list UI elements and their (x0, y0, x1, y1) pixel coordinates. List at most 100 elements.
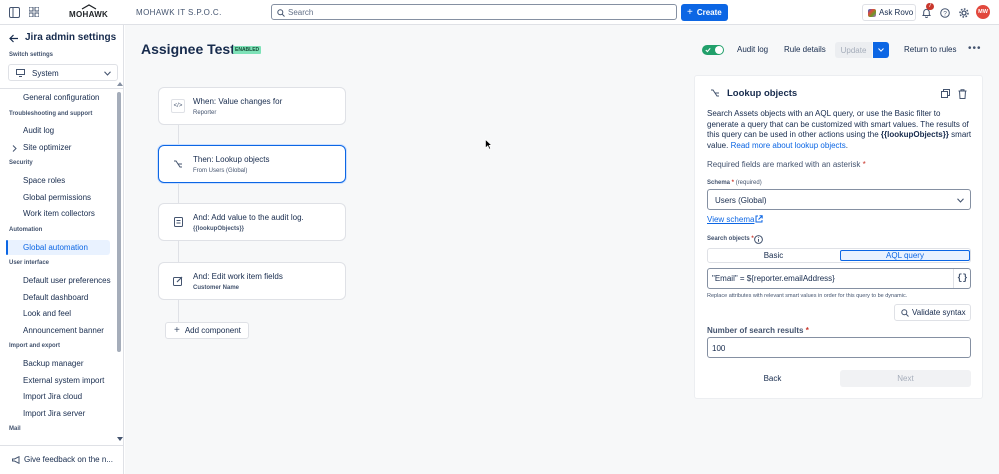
aql-help-text: Replace attributes with relevant smart v… (707, 293, 908, 299)
sidebar-item-default-dashboard[interactable]: Default dashboard (23, 293, 111, 302)
sidebar-item-external-system-import[interactable]: External system import (23, 376, 111, 385)
schema-label: Schema * (required) (707, 180, 762, 186)
sidebar-item-work-item-collectors[interactable]: Work item collectors (23, 209, 111, 218)
sidebar-section-automation: Automation (9, 227, 43, 233)
next-button[interactable]: Next (840, 370, 971, 387)
scroll-up-arrow-icon[interactable] (117, 82, 123, 86)
rovo-label: Ask Rovo (879, 8, 914, 17)
external-link-icon[interactable] (754, 214, 763, 223)
sidebar-item-audit-log[interactable]: Audit log (23, 126, 111, 135)
search-mode-toggle: Basic AQL query (707, 248, 971, 263)
more-options-icon[interactable]: ••• (968, 43, 982, 54)
action-subtitle: {{lookupObjects}} (193, 226, 245, 232)
svg-text:?: ? (943, 10, 947, 17)
mohawk-logo[interactable]: MOHAWK (68, 4, 110, 20)
num-results-label-text: Number of search results (707, 326, 804, 335)
update-dropdown-button[interactable] (873, 42, 889, 58)
help-icon[interactable]: ? (939, 7, 950, 18)
action-title: Then: Lookup objects (193, 155, 270, 164)
edit-fields-action-card[interactable]: And: Edit work item fields Customer Name (158, 262, 346, 300)
schema-required-text: (required) (735, 180, 762, 186)
delete-trash-icon[interactable] (957, 88, 968, 99)
panel-title: Lookup objects (727, 88, 798, 99)
rule-enabled-toggle[interactable] (702, 45, 724, 55)
action-title: And: Edit work item fields (193, 272, 283, 281)
create-button[interactable]: + Create (681, 4, 728, 21)
switch-settings-select[interactable]: System (8, 64, 118, 81)
back-button[interactable]: Back (707, 370, 838, 387)
duplicate-icon[interactable] (940, 88, 951, 99)
panel-description: Search Assets objects with an AQL query,… (707, 109, 972, 150)
chevron-right-icon[interactable] (10, 144, 18, 152)
aql-query-input[interactable]: "Email" = ${reporter.emailAddress} {} (707, 268, 971, 289)
sidebar-item-global-permissions[interactable]: Global permissions (23, 193, 111, 202)
smart-values-icon[interactable]: {} (957, 273, 968, 283)
sidebar-item-look-and-feel[interactable]: Look and feel (23, 309, 111, 318)
info-icon[interactable] (754, 235, 763, 244)
tab-aql-query[interactable]: AQL query (840, 250, 970, 261)
lookup-objects-card[interactable]: Then: Lookup objects From Users (Global) (158, 145, 346, 183)
lookup-branch-icon (709, 87, 721, 99)
sidebar-section-user-interface: User interface (9, 260, 50, 266)
sidebar-item-general-configuration[interactable]: General configuration (23, 93, 111, 102)
chevron-down-icon (878, 48, 884, 52)
sidebar-item-default-user-preferences[interactable]: Default user preferences (23, 276, 111, 285)
validate-syntax-button[interactable]: Validate syntax (894, 304, 971, 321)
schema-value: Users (Global) (715, 196, 767, 205)
schema-select[interactable]: Users (Global) (707, 189, 971, 210)
settings-gear-icon[interactable] (958, 7, 969, 18)
give-feedback-link[interactable]: Give feedback on the n... (24, 455, 113, 464)
search-objects-label-text: Search objects (707, 236, 750, 242)
ask-rovo-button[interactable]: Ask Rovo (862, 4, 916, 21)
sidebar-item-site-optimizer[interactable]: Site optimizer (23, 143, 111, 152)
rule-details-button[interactable]: Rule details (784, 45, 826, 54)
admin-sidebar: Jira admin settings Switch settings Syst… (0, 25, 124, 474)
search-objects-label: Search objects * (707, 236, 754, 242)
audit-log-button[interactable]: Audit log (737, 45, 768, 54)
sidebar-item-import-jira-cloud[interactable]: Import Jira cloud (23, 392, 111, 401)
back-arrow-icon[interactable] (9, 33, 19, 43)
sidebar-footer-divider (0, 445, 124, 446)
sidebar-section-mail: Mail (9, 426, 21, 432)
mouse-cursor-icon (485, 139, 492, 150)
rule-name[interactable]: Assignee Test (141, 41, 235, 57)
search-icon (901, 308, 909, 317)
sidebar-item-global-automation[interactable]: Global automation (23, 243, 111, 252)
num-results-value: 100 (712, 344, 726, 353)
sidebar-item-announcement-banner[interactable]: Announcement banner (23, 326, 111, 335)
read-more-link[interactable]: Read more about lookup objects (731, 141, 846, 150)
monitor-icon (16, 69, 25, 77)
chevron-down-icon (103, 69, 111, 77)
tab-basic[interactable]: Basic (708, 249, 839, 262)
audit-log-icon (171, 215, 185, 229)
status-badge: ENABLED (233, 46, 262, 54)
sidebar-scrollbar[interactable] (116, 82, 123, 444)
switch-settings-label: Switch settings (9, 52, 54, 58)
sidebar-toggle-icon[interactable] (8, 6, 20, 18)
avatar[interactable]: MW (976, 5, 990, 19)
scrollbar-thumb[interactable] (117, 92, 121, 352)
audit-log-action-card[interactable]: And: Add value to the audit log. {{looku… (158, 203, 346, 241)
sidebar-section-security: Security (9, 160, 33, 166)
chevron-down-icon (956, 197, 964, 203)
trigger-title: When: Value changes for (193, 97, 283, 106)
sidebar-item-import-jira-server[interactable]: Import Jira server (23, 409, 111, 418)
search-input[interactable]: Search (271, 4, 677, 20)
sidebar-item-backup-manager[interactable]: Backup manager (23, 359, 111, 368)
update-button[interactable]: Update (835, 42, 872, 58)
add-component-button[interactable]: + Add component (165, 322, 249, 339)
app-switcher-icon[interactable] (28, 6, 40, 18)
sidebar-item-space-roles[interactable]: Space roles (23, 176, 111, 185)
num-results-input[interactable]: 100 (707, 337, 971, 358)
sidebar-section-troubleshooting: Troubleshooting and support (9, 111, 93, 117)
org-name[interactable]: MOHAWK IT S.P.O.C. (136, 8, 222, 17)
trigger-card[interactable]: </> When: Value changes for Reporter (158, 87, 346, 125)
toggle-knob (715, 46, 723, 54)
lookup-objects-panel: Lookup objects Search Assets objects wit… (694, 75, 983, 399)
plus-icon: + (687, 6, 693, 18)
view-schema-link[interactable]: View schema (707, 215, 754, 224)
scroll-down-arrow-icon[interactable] (117, 437, 123, 441)
plus-icon: + (174, 324, 180, 336)
return-to-rules-button[interactable]: Return to rules (904, 45, 956, 54)
top-navigation: MOHAWK MOHAWK IT S.P.O.C. Search + Creat… (0, 0, 999, 25)
